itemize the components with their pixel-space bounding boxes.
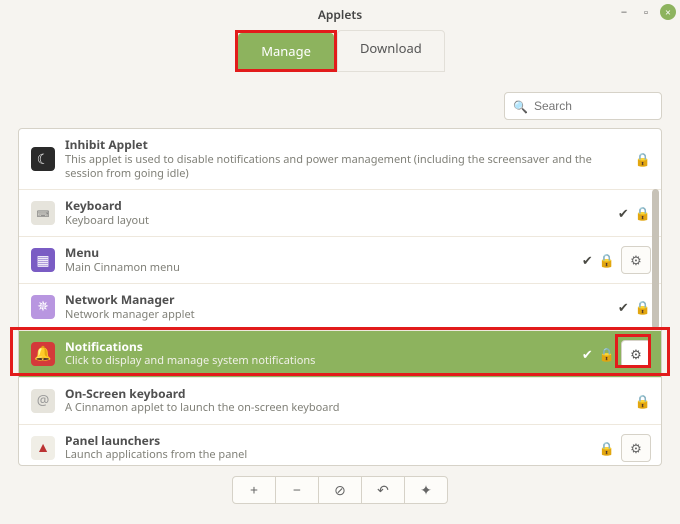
window-title: Applets bbox=[318, 6, 362, 23]
undo-button[interactable]: ↶ bbox=[361, 476, 405, 504]
search-icon: 🔍 bbox=[513, 98, 528, 115]
keyboard-icon: ⌨ bbox=[31, 201, 55, 225]
scrollbar[interactable] bbox=[652, 189, 659, 329]
titlebar: Applets − ▫ × bbox=[0, 0, 680, 28]
tab-download[interactable]: Download bbox=[337, 30, 445, 72]
applet-desc: Click to display and manage system notif… bbox=[65, 354, 572, 368]
applet-name: On-Screen keyboard bbox=[65, 386, 625, 402]
network-icon: ✵ bbox=[31, 295, 55, 319]
applet-name: Panel launchers bbox=[65, 433, 589, 449]
delete-icon: ⊘ bbox=[334, 481, 346, 500]
list-item[interactable]: ▲ Panel launchers Launch applications fr… bbox=[19, 425, 661, 466]
check-icon: ✔ bbox=[582, 251, 593, 269]
search-box[interactable]: 🔍 bbox=[504, 92, 662, 120]
moon-icon: ☾ bbox=[31, 147, 55, 171]
applet-name: Notifications bbox=[65, 339, 572, 355]
configure-button[interactable]: ⚙ bbox=[621, 340, 651, 368]
gear-icon: ⚙ bbox=[630, 251, 642, 269]
list-item[interactable]: ☾ Inhibit Applet This applet is used to … bbox=[19, 129, 661, 190]
add-button[interactable]: + bbox=[232, 476, 276, 504]
lock-icon: 🔒 bbox=[635, 392, 651, 410]
lock-icon: 🔒 bbox=[635, 298, 651, 316]
remove-button[interactable]: − bbox=[275, 476, 319, 504]
applet-desc: Launch applications from the panel bbox=[65, 448, 589, 462]
applet-desc: A Cinnamon applet to launch the on-scree… bbox=[65, 401, 625, 415]
configure-button[interactable]: ⚙ bbox=[621, 246, 651, 274]
lock-icon: 🔒 bbox=[635, 150, 651, 168]
lock-icon: 🔒 bbox=[599, 251, 615, 269]
maximize-button[interactable]: ▫ bbox=[638, 4, 654, 20]
configure-button[interactable]: ⚙ bbox=[621, 434, 651, 462]
applet-desc: Main Cinnamon menu bbox=[65, 261, 572, 275]
applet-desc: Network manager applet bbox=[65, 308, 608, 322]
lock-icon: 🔒 bbox=[599, 345, 615, 363]
bottom-toolbar: + − ⊘ ↶ ✦ bbox=[18, 476, 662, 504]
tab-bar: Manage Download bbox=[0, 30, 680, 72]
check-icon: ✔ bbox=[618, 204, 629, 222]
lock-icon: 🔒 bbox=[635, 204, 651, 222]
check-icon: ✔ bbox=[618, 298, 629, 316]
applet-name: Network Manager bbox=[65, 292, 608, 308]
plus-icon: + bbox=[250, 481, 258, 500]
list-item[interactable]: ▦ Menu Main Cinnamon menu ✔ 🔒 ⚙ bbox=[19, 237, 661, 284]
list-item[interactable]: ✵ Network Manager Network manager applet… bbox=[19, 284, 661, 331]
rocket-icon: ▲ bbox=[31, 436, 55, 460]
gear-icon: ⚙ bbox=[630, 345, 642, 363]
upgrade-button[interactable]: ✦ bbox=[404, 476, 448, 504]
applet-desc: Keyboard layout bbox=[65, 214, 608, 228]
bell-icon: 🔔 bbox=[31, 342, 55, 366]
content-area: 🔍 ☾ Inhibit Applet This applet is used t… bbox=[0, 72, 680, 504]
grid-icon: ▦ bbox=[31, 248, 55, 272]
applet-name: Keyboard bbox=[65, 198, 608, 214]
check-icon: ✔ bbox=[582, 345, 593, 363]
list-item[interactable]: ⌨ Keyboard Keyboard layout ✔ 🔒 bbox=[19, 190, 661, 237]
at-icon: @ bbox=[31, 389, 55, 413]
star-icon: ✦ bbox=[420, 481, 432, 500]
search-input[interactable] bbox=[534, 99, 680, 113]
minimize-button[interactable]: − bbox=[616, 4, 632, 20]
tab-manage[interactable]: Manage bbox=[238, 33, 334, 69]
applet-name: Menu bbox=[65, 245, 572, 261]
applet-desc: This applet is used to disable notificat… bbox=[65, 153, 625, 182]
list-item-selected[interactable]: 🔔 Notifications Click to display and man… bbox=[19, 331, 661, 378]
undo-icon: ↶ bbox=[377, 481, 389, 500]
applet-name: Inhibit Applet bbox=[65, 137, 625, 153]
gear-icon: ⚙ bbox=[630, 439, 642, 457]
list-item[interactable]: @ On-Screen keyboard A Cinnamon applet t… bbox=[19, 378, 661, 425]
delete-button[interactable]: ⊘ bbox=[318, 476, 362, 504]
window-controls: − ▫ × bbox=[616, 4, 676, 20]
minus-icon: − bbox=[293, 481, 301, 500]
lock-icon: 🔒 bbox=[599, 439, 615, 457]
applet-list[interactable]: ☾ Inhibit Applet This applet is used to … bbox=[18, 128, 662, 466]
close-button[interactable]: × bbox=[660, 4, 676, 20]
